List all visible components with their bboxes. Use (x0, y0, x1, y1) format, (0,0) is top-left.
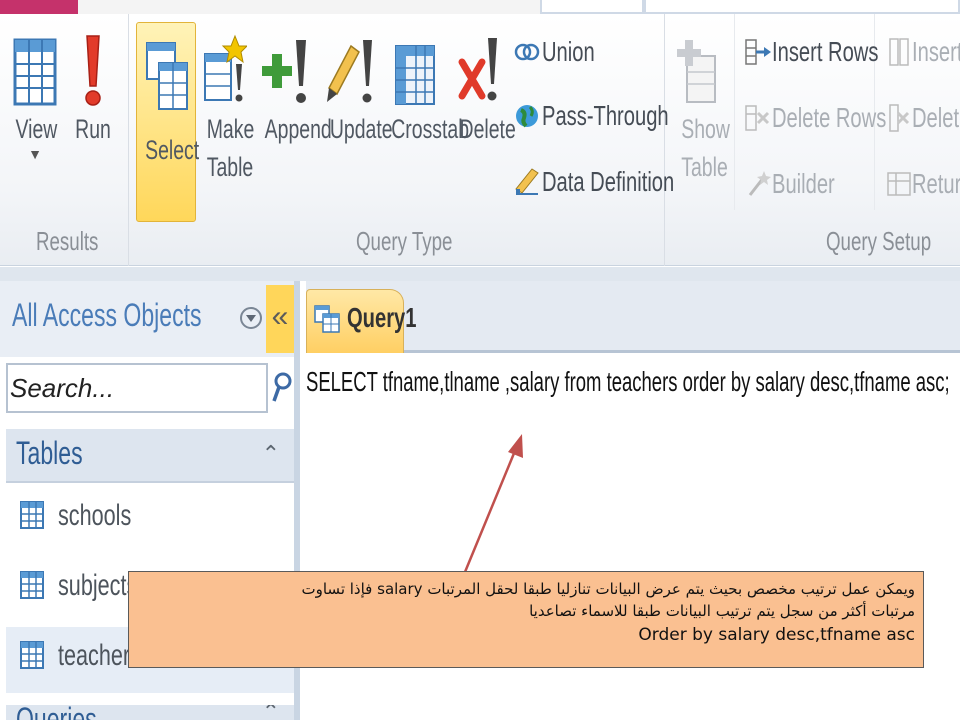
callout-line-2: مرتبات أكثر من سجل يتم ترتيب البيانات طب… (529, 602, 915, 620)
callout-line-3: Order by salary desc,tfname asc (638, 625, 915, 645)
explanation-callout: ويمكن عمل ترتيب مخصص بحيث يتم عرض البيان… (128, 571, 924, 668)
callout-line-1: ويمكن عمل ترتيب مخصص بحيث يتم عرض البيان… (301, 580, 916, 598)
